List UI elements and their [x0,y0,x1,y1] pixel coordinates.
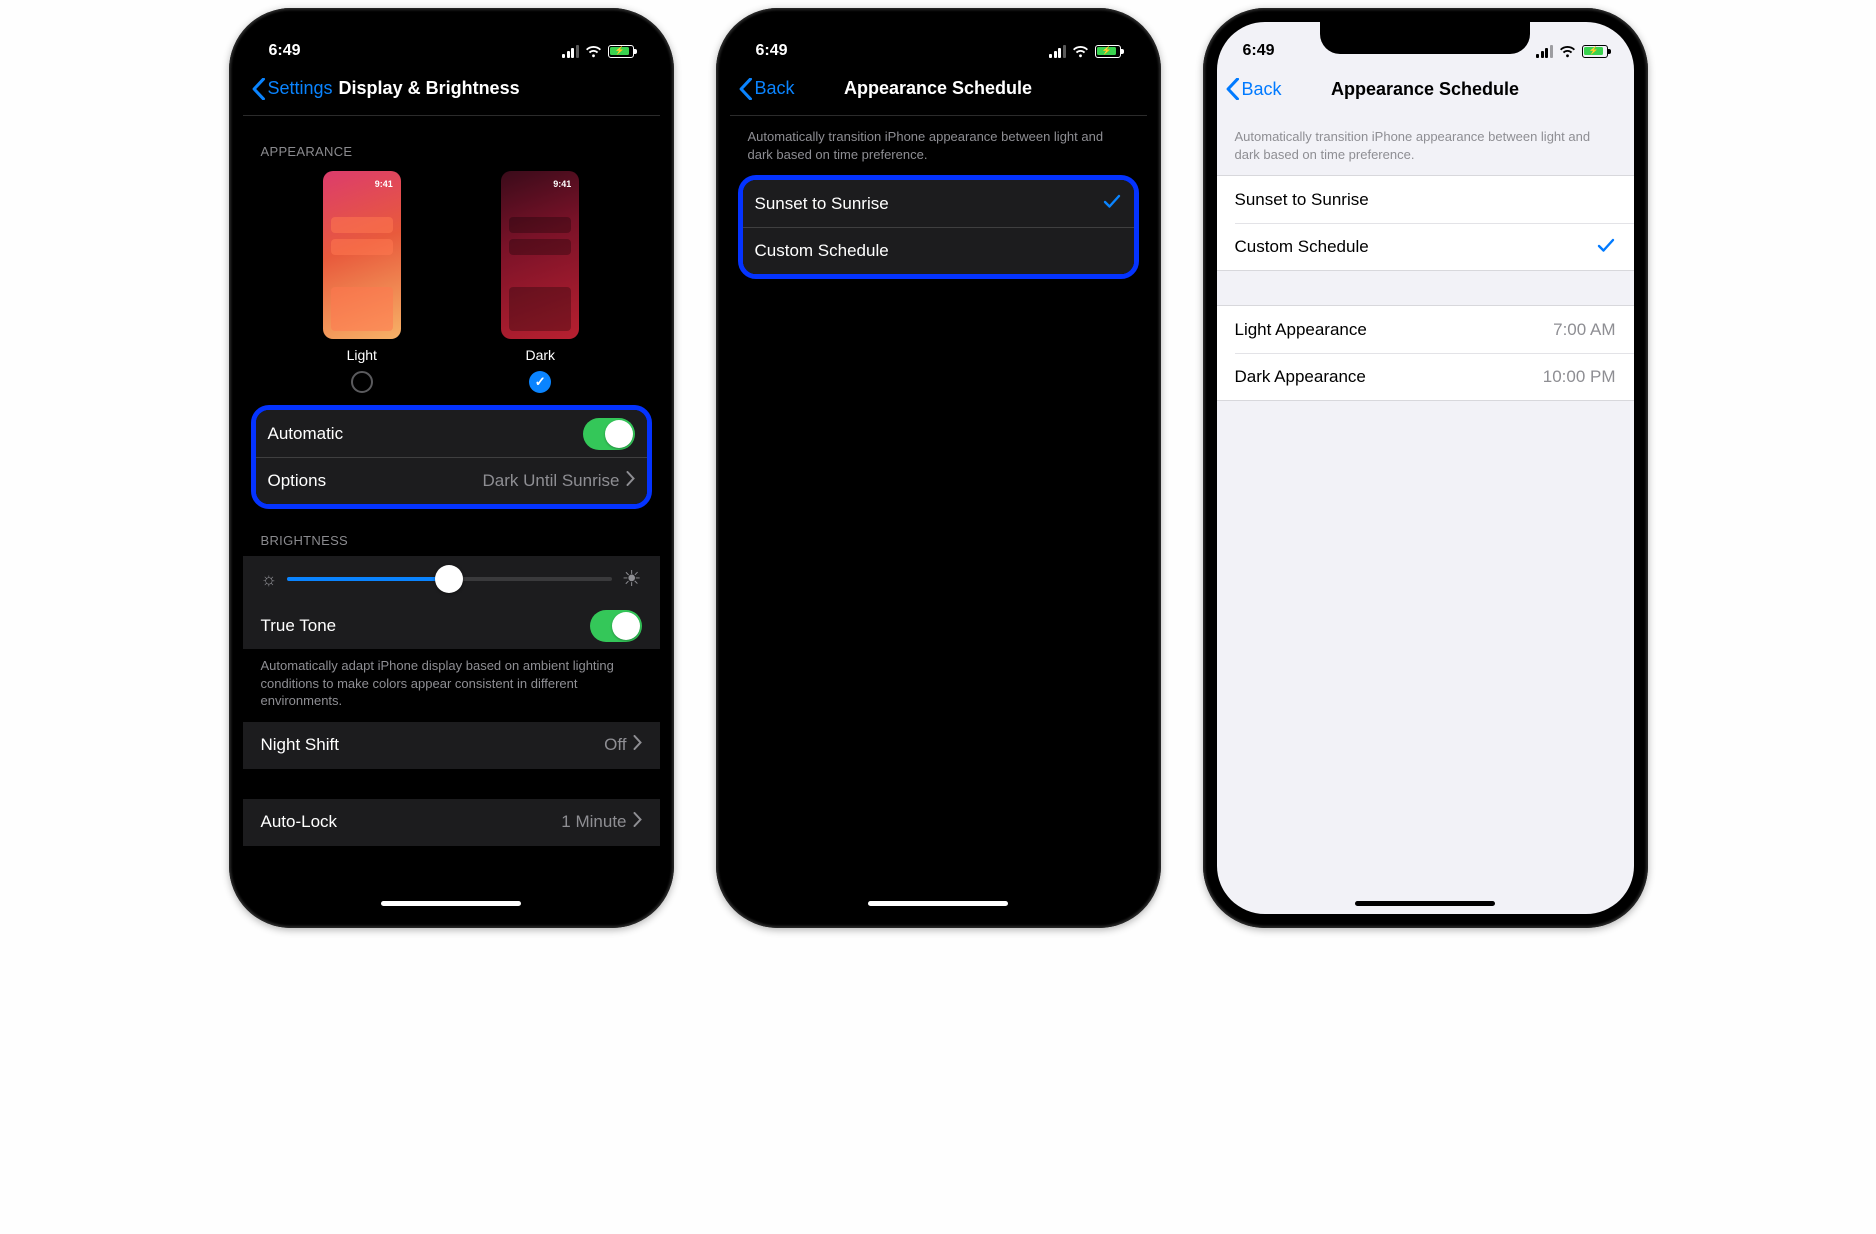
sunset-sunrise-label: Sunset to Sunrise [1235,190,1369,210]
dark-label: Dark [525,347,555,363]
sun-low-icon: ☼ [261,569,278,590]
page-title: Display & Brightness [339,78,520,99]
sun-high-icon: ☀ [622,566,642,592]
sunset-sunrise-label: Sunset to Sunrise [755,194,889,214]
back-label: Back [1242,79,1282,100]
status-time: 6:49 [1243,42,1275,60]
light-label: Light [347,347,377,363]
true-tone-toggle[interactable] [590,610,642,642]
options-row[interactable]: Options Dark Until Sunrise [256,457,647,504]
options-label: Options [268,471,327,491]
appearance-options: 9:41 Light 9:41 Dark [243,167,660,405]
phone-schedule-light: 6:49 ⚡ Back Appearance Schedule Automati… [1203,8,1648,928]
schedule-options-group: Sunset to Sunrise Custom Schedule [1217,175,1634,271]
nav-bar: Back Appearance Schedule [1217,68,1634,116]
true-tone-row[interactable]: True Tone [243,602,660,649]
automatic-label: Automatic [268,424,344,444]
wifi-icon [1559,45,1576,58]
dark-appearance-row[interactable]: Dark Appearance 10:00 PM [1235,353,1634,400]
true-tone-footnote: Automatically adapt iPhone display based… [243,649,660,722]
dark-radio[interactable] [529,371,551,393]
home-indicator[interactable] [381,901,521,906]
auto-lock-label: Auto-Lock [261,812,338,832]
back-label: Settings [268,78,333,99]
automatic-highlight: Automatic Options Dark Until Sunrise [251,405,652,509]
checkmark-icon [1596,235,1616,260]
schedule-footnote: Automatically transition iPhone appearan… [730,120,1147,175]
device-notch [346,22,556,54]
true-tone-label: True Tone [261,616,337,636]
cellular-icon [1536,45,1553,58]
appearance-dark-option[interactable]: 9:41 Dark [501,171,579,393]
back-button[interactable]: Back [738,78,795,100]
light-radio[interactable] [351,371,373,393]
phone-schedule-dark: 6:49 ⚡ Back Appearance Schedule Automati… [716,8,1161,928]
chevron-right-icon [633,812,642,832]
chevron-right-icon [626,471,635,491]
cellular-icon [1049,45,1066,58]
custom-schedule-row[interactable]: Custom Schedule [1235,223,1634,270]
battery-icon: ⚡ [1095,45,1121,58]
phone-display-brightness: 6:49 ⚡ Settings Display & Brightness APP… [229,8,674,928]
device-notch [833,22,1043,54]
dark-thumbnail: 9:41 [501,171,579,339]
back-button[interactable]: Settings [251,78,333,100]
checkmark-icon [1102,191,1122,216]
sunset-sunrise-row[interactable]: Sunset to Sunrise [743,180,1134,227]
device-notch [1320,22,1530,54]
brightness-group: ☼ ☀ True Tone [243,556,660,649]
nav-bar: Settings Display & Brightness [243,68,660,116]
home-indicator[interactable] [1355,901,1495,906]
status-time: 6:49 [269,42,301,60]
appearance-light-option[interactable]: 9:41 Light [323,171,401,393]
wifi-icon [585,45,602,58]
light-appearance-label: Light Appearance [1235,320,1367,340]
nav-bar: Back Appearance Schedule [730,68,1147,116]
time-group: Light Appearance 7:00 AM Dark Appearance… [1217,305,1634,401]
battery-icon: ⚡ [608,45,634,58]
chevron-right-icon [633,735,642,755]
automatic-toggle[interactable] [583,418,635,450]
night-shift-group: Night Shift Off [243,722,660,769]
night-shift-row[interactable]: Night Shift Off [243,722,660,769]
light-appearance-time: 7:00 AM [1553,320,1615,340]
brightness-slider-row[interactable]: ☼ ☀ [243,556,660,602]
status-time: 6:49 [756,42,788,60]
brightness-slider[interactable] [287,577,612,581]
schedule-highlight: Sunset to Sunrise Custom Schedule [738,175,1139,279]
custom-schedule-label: Custom Schedule [1235,237,1369,257]
light-appearance-row[interactable]: Light Appearance 7:00 AM [1217,306,1634,353]
appearance-header: APPEARANCE [243,120,660,167]
schedule-footnote: Automatically transition iPhone appearan… [1217,120,1634,175]
auto-lock-row[interactable]: Auto-Lock 1 Minute [243,799,660,846]
back-button[interactable]: Back [1225,78,1282,100]
battery-icon: ⚡ [1582,45,1608,58]
sunset-sunrise-row[interactable]: Sunset to Sunrise [1217,176,1634,223]
options-value: Dark Until Sunrise [483,471,620,491]
custom-schedule-label: Custom Schedule [755,241,889,261]
automatic-row[interactable]: Automatic [256,410,647,457]
wifi-icon [1072,45,1089,58]
home-indicator[interactable] [868,901,1008,906]
back-label: Back [755,78,795,99]
auto-lock-group: Auto-Lock 1 Minute [243,799,660,846]
brightness-header: BRIGHTNESS [243,509,660,556]
dark-appearance-time: 10:00 PM [1543,367,1616,387]
custom-schedule-row[interactable]: Custom Schedule [743,227,1134,274]
dark-appearance-label: Dark Appearance [1235,367,1366,387]
night-shift-label: Night Shift [261,735,339,755]
cellular-icon [562,45,579,58]
auto-lock-value: 1 Minute [561,812,626,832]
light-thumbnail: 9:41 [323,171,401,339]
night-shift-value: Off [604,735,626,755]
